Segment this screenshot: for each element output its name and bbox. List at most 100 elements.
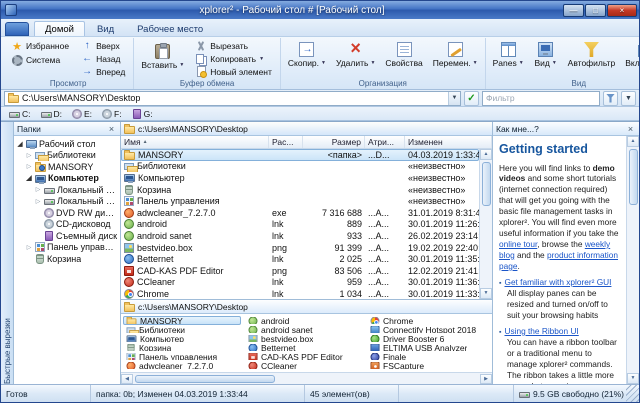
table-row[interactable]: androidlnk889...A...30.01.2019 11:26:00 bbox=[121, 219, 479, 231]
scrollbar-thumb[interactable] bbox=[482, 162, 491, 206]
go-button[interactable]: ✓ bbox=[464, 91, 479, 106]
list-item[interactable]: Driver Booster 6 bbox=[367, 334, 485, 343]
copy-button[interactable]: Копировать▼ bbox=[190, 52, 277, 65]
chevron-down-icon[interactable]: ▼ bbox=[448, 92, 460, 105]
list-item[interactable]: android sanet bbox=[245, 325, 363, 334]
maximize-button[interactable]: □ bbox=[585, 4, 606, 17]
table-row[interactable]: bestvideo.boxpng91 399...A...19.02.2019 … bbox=[121, 242, 479, 254]
list-item[interactable]: adwcleaner_7.2.7.0 bbox=[123, 361, 241, 370]
tab-workspace[interactable]: Рабочее место bbox=[126, 21, 214, 36]
help-topic-link[interactable]: Using the Ribbon UI bbox=[504, 326, 578, 336]
tree-item[interactable]: DVD RW дисковод bbox=[14, 207, 120, 219]
tree-item[interactable]: ◢Рабочий стол bbox=[14, 138, 120, 150]
scrollbar-thumb[interactable] bbox=[135, 375, 275, 383]
close-icon[interactable]: × bbox=[106, 123, 117, 134]
list-item[interactable]: CAD-KAS PDF Editor bbox=[245, 352, 363, 361]
list-item[interactable]: Панель управления bbox=[123, 352, 241, 361]
scroll-left-icon[interactable]: ◀ bbox=[121, 374, 133, 384]
table-row[interactable]: Компьютер«неизвестно» bbox=[121, 172, 479, 184]
copy-to-button[interactable]: Скопир.▼ bbox=[284, 39, 330, 69]
column-header[interactable]: Атри... bbox=[365, 136, 405, 148]
table-row[interactable]: CCleanerlnk959...A...30.01.2019 11:36:42 bbox=[121, 277, 479, 289]
tree-item[interactable]: Съемный диск bbox=[14, 230, 120, 242]
scroll-down-icon[interactable]: ▼ bbox=[480, 288, 492, 299]
autofilter-button[interactable]: Автофильтр bbox=[564, 39, 620, 69]
tab-button[interactable]: Вкладка▼ bbox=[621, 39, 640, 69]
tree-item[interactable]: ◢Компьютер bbox=[14, 173, 120, 185]
app-menu-button[interactable] bbox=[5, 22, 29, 36]
list-item[interactable]: Finale bbox=[367, 352, 485, 361]
close-icon[interactable]: × bbox=[625, 123, 636, 134]
collapse-icon[interactable]: ◢ bbox=[25, 174, 33, 182]
table-row[interactable]: adwcleaner_7.2.7.0exe7 316 688...A...31.… bbox=[121, 207, 479, 219]
scroll-right-icon[interactable]: ▶ bbox=[480, 374, 492, 384]
column-header[interactable]: Рас... bbox=[269, 136, 303, 148]
collapse-icon[interactable]: ◢ bbox=[16, 140, 24, 148]
horizontal-scrollbar[interactable]: ◀ ▶ bbox=[121, 372, 492, 384]
vertical-scrollbar[interactable]: ▲ ▼ bbox=[626, 136, 639, 384]
new-item-button[interactable]: Новый элемент bbox=[190, 65, 277, 78]
list-item[interactable]: Корзина bbox=[123, 343, 241, 352]
help-topic-link[interactable]: Get familiar with xplorer² GUI bbox=[504, 277, 611, 287]
paste-button[interactable]: Вставить▼ bbox=[137, 39, 188, 71]
tab-home[interactable]: Домой bbox=[34, 21, 85, 36]
column-header[interactable]: Имя▲ bbox=[121, 136, 269, 148]
list-item[interactable]: FSCapture bbox=[367, 361, 485, 370]
bottom-pane-header[interactable]: c:\Users\MANSORY\Desktop bbox=[121, 300, 492, 314]
app-icon[interactable] bbox=[5, 4, 17, 16]
drive-d-button[interactable]: D: bbox=[37, 108, 67, 120]
quick-clips-tab[interactable]: Быстрые вырезки bbox=[3, 128, 12, 384]
vertical-scrollbar[interactable]: ▲ ▼ bbox=[479, 149, 492, 299]
close-button[interactable]: × bbox=[607, 4, 637, 17]
drive-c-button[interactable]: C: bbox=[5, 108, 35, 120]
list-item[interactable]: ELTIMA USB Analyzer bbox=[367, 343, 485, 352]
filter-dropdown-button[interactable]: ▼ bbox=[621, 91, 636, 106]
rename-button[interactable]: Перемен.▼ bbox=[429, 39, 482, 69]
expand-icon[interactable]: ▷ bbox=[25, 244, 33, 251]
system-button[interactable]: Система bbox=[6, 53, 74, 67]
table-row[interactable]: Панель управления«неизвестно» bbox=[121, 195, 479, 207]
scroll-down-icon[interactable]: ▼ bbox=[627, 373, 639, 384]
expand-icon[interactable]: ▷ bbox=[34, 186, 42, 193]
view-button[interactable]: Вид▼ bbox=[530, 39, 562, 69]
list-item[interactable]: Connectify Hotspot 2018 bbox=[367, 325, 485, 334]
tab-view[interactable]: Вид bbox=[86, 21, 125, 36]
table-row[interactable]: Betternetlnk2 025...A...30.01.2019 11:35… bbox=[121, 253, 479, 265]
expand-icon[interactable]: ▷ bbox=[25, 152, 33, 159]
expand-icon[interactable]: ▷ bbox=[34, 198, 42, 205]
scrollbar-thumb[interactable] bbox=[629, 149, 638, 205]
table-row[interactable]: android sanetlnk933...A...26.02.2019 23:… bbox=[121, 230, 479, 242]
favorites-button[interactable]: Избранное bbox=[6, 39, 74, 53]
tree-item[interactable]: CD-дисковод bbox=[14, 219, 120, 231]
filter-button[interactable] bbox=[603, 91, 618, 106]
tree-item[interactable]: ▷Панель управления bbox=[14, 242, 120, 254]
tree-item[interactable]: ▷Библиотеки bbox=[14, 150, 120, 162]
list-item[interactable]: Betternet bbox=[245, 343, 363, 352]
tree-item[interactable]: ▷Локальный диск bbox=[14, 184, 120, 196]
column-header[interactable]: Размер bbox=[303, 136, 365, 148]
forward-button[interactable]: Вперед bbox=[76, 65, 130, 78]
list-item[interactable]: MANSORY bbox=[123, 316, 241, 325]
help-link[interactable]: online tour bbox=[499, 239, 537, 249]
list-item[interactable]: android bbox=[245, 316, 363, 325]
delete-button[interactable]: Удалить▼ bbox=[332, 39, 379, 69]
properties-button[interactable]: Свойства bbox=[381, 39, 426, 69]
expand-icon[interactable]: ▷ bbox=[25, 163, 33, 170]
scroll-up-icon[interactable]: ▲ bbox=[480, 149, 492, 160]
drive-g-button[interactable]: G: bbox=[128, 108, 157, 120]
list-item[interactable]: Библиотеки bbox=[123, 325, 241, 334]
panes-button[interactable]: Panes▼ bbox=[489, 39, 528, 69]
drive-e-button[interactable]: E: bbox=[68, 108, 96, 120]
tree-item[interactable]: ▷Локальный диск bbox=[14, 196, 120, 208]
list-item[interactable]: CCleaner bbox=[245, 361, 363, 370]
address-bar[interactable]: C:\Users\MANSORY\Desktop ▼ bbox=[4, 91, 461, 106]
cut-button[interactable]: Вырезать bbox=[190, 39, 277, 52]
table-row[interactable]: Chromelnk1 034...A...30.01.2019 11:33:38 bbox=[121, 288, 479, 299]
tree-item[interactable]: ▷MANSORY bbox=[14, 161, 120, 173]
top-pane-header[interactable]: c:\Users\MANSORY\Desktop bbox=[121, 122, 492, 136]
list-item[interactable]: bestvideo.box bbox=[245, 334, 363, 343]
back-button[interactable]: Назад bbox=[76, 52, 130, 65]
drive-f-button[interactable]: F: bbox=[98, 108, 126, 120]
table-row[interactable]: CAD-KAS PDF Editorpng83 506...A...12.02.… bbox=[121, 265, 479, 277]
column-header[interactable]: Изменен bbox=[405, 136, 492, 148]
